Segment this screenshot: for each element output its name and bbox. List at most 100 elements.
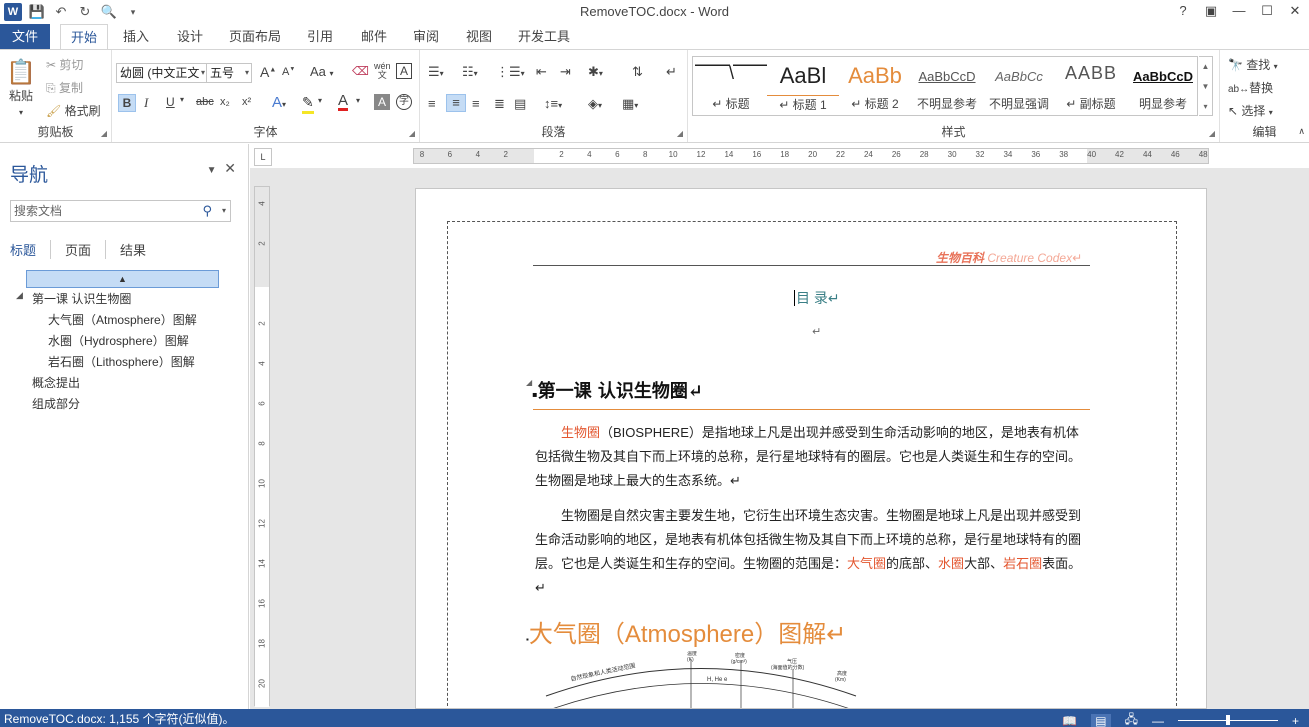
print-layout-icon[interactable]: ▤ (1091, 713, 1111, 727)
nav-item[interactable]: 大气圈（Atmosphere）图解 (48, 311, 197, 328)
text-effects-icon[interactable]: A▾ (272, 94, 286, 111)
tab-home[interactable]: 开始 (60, 24, 108, 49)
dialog-launcher-icon[interactable]: ◢ (101, 129, 107, 138)
search-input[interactable]: 搜索文档 ⚲ ▾ (10, 200, 231, 222)
show-marks-icon[interactable]: ↵ (666, 64, 677, 80)
align-center-icon[interactable]: ≡ (446, 94, 466, 112)
maximize-button[interactable]: ☐ (1253, 0, 1281, 24)
tab-design[interactable]: 设计 (168, 24, 212, 49)
highlight-icon[interactable]: ✎ (302, 94, 314, 114)
subscript-button[interactable]: x₂ (220, 96, 230, 108)
borders-icon[interactable]: ▦▾ (622, 96, 638, 112)
chinese-layout-icon[interactable]: ✱▾ (588, 64, 603, 80)
line-spacing-icon[interactable]: ↕≡▾ (544, 96, 562, 111)
font-color-icon[interactable]: A (338, 93, 349, 111)
gallery-down-icon[interactable]: ▼ (1199, 77, 1212, 97)
style-subtle-reference[interactable]: AaBbCcD 不明显参考 (911, 57, 983, 115)
clear-formatting-icon[interactable]: ⌫ (352, 64, 369, 78)
close-button[interactable]: ✕ (1281, 0, 1309, 24)
italic-button[interactable]: I (144, 95, 148, 111)
style-subtitle[interactable]: AABB ↵ 副标题 (1055, 57, 1127, 115)
sort-icon[interactable]: ⇅ (632, 64, 643, 80)
nav-item[interactable]: 概念提出 (32, 374, 80, 391)
strikethrough-button[interactable]: abc (196, 96, 214, 108)
zoom-slider-thumb[interactable] (1225, 715, 1230, 725)
collapse-ribbon-icon[interactable]: ∧ (1298, 126, 1305, 137)
read-mode-icon[interactable]: 📖 (1062, 714, 1077, 727)
paste-button[interactable]: 📋 粘贴 ▾ (6, 58, 36, 118)
font-size-combo[interactable]: 五号 ▾ (206, 63, 252, 83)
change-case-button[interactable]: Aa ▾ (310, 64, 334, 79)
horizontal-ruler[interactable]: 8 6 4 2 2 4 6 8 10 12 14 16 18 20 22 24 26 28 30 32 34 36 38 40… (413, 148, 1209, 164)
superscript-button[interactable]: x² (242, 96, 251, 108)
replace-button[interactable]: ab↔替换 (1228, 79, 1273, 96)
bullets-icon[interactable]: ☰▾ (428, 64, 444, 80)
nav-item[interactable]: 组成部分 (32, 395, 80, 412)
select-button[interactable]: ↖ 选择 ▾ (1228, 102, 1273, 119)
zoom-slider[interactable] (1177, 715, 1278, 725)
nav-item[interactable]: 岩石圈（Lithosphere）图解 (48, 353, 195, 370)
ribbon-display-button[interactable]: ▣ (1197, 0, 1225, 24)
find-button[interactable]: 🔭 查找 ▾ (1228, 56, 1278, 73)
style-subtle-emphasis[interactable]: AaBbCc 不明显强调 (983, 57, 1055, 115)
nav-tab-results[interactable]: 结果 (120, 240, 160, 259)
justify-icon[interactable]: ≣ (494, 96, 505, 112)
tab-references[interactable]: 引用 (298, 24, 342, 49)
character-shading-icon[interactable]: A (374, 94, 390, 110)
character-border-icon[interactable]: A (396, 63, 412, 79)
chevron-down-icon[interactable]: ▾ (356, 96, 360, 105)
tab-insert[interactable]: 插入 (114, 24, 158, 49)
dialog-launcher-icon[interactable]: ◢ (677, 129, 683, 138)
enclose-characters-icon[interactable]: 字 (396, 94, 412, 110)
zoom-out-icon[interactable]: — (1152, 714, 1164, 727)
document-page[interactable]: 生物百科 Creature Codex↵ 目 录↵ ↵ ◢▪第一课 认识生物圈↵… (415, 188, 1207, 709)
tab-selector[interactable]: L (254, 148, 272, 166)
nav-scroll-up-icon[interactable]: ▲ (26, 270, 219, 288)
minimize-button[interactable]: — (1225, 0, 1253, 24)
search-icon[interactable]: ⚲ (202, 201, 212, 221)
tab-mailings[interactable]: 邮件 (352, 24, 396, 49)
chevron-down-icon[interactable]: ▾ (318, 96, 322, 105)
gallery-more-icon[interactable]: ▾ (1199, 97, 1212, 117)
underline-button[interactable]: U (166, 95, 175, 109)
chevron-down-icon[interactable]: ▾ (180, 95, 184, 104)
tab-developer[interactable]: 开发工具 (511, 24, 577, 49)
dialog-launcher-icon[interactable]: ◢ (1209, 129, 1215, 138)
nav-item[interactable]: ◢ 第一课 认识生物圈 (16, 290, 131, 307)
tab-review[interactable]: 审阅 (404, 24, 448, 49)
distributed-icon[interactable]: ▤ (514, 96, 526, 112)
multilevel-list-icon[interactable]: ⋮☰▾ (496, 64, 525, 80)
align-right-icon[interactable]: ≡ (472, 96, 480, 111)
format-painter-button[interactable]: 🖌 格式刷 (46, 102, 101, 119)
cut-button[interactable]: ✂ 剪切 (46, 56, 83, 73)
align-left-icon[interactable]: ≡ (428, 96, 436, 111)
close-icon[interactable]: ✕ (224, 160, 236, 176)
vertical-ruler[interactable]: 4 2 2 4 6 8 10 12 14 16 18 20 (254, 186, 270, 707)
status-text[interactable]: RemoveTOC.docx: 1,155 个字符(近似值)。 (4, 710, 235, 727)
gallery-up-icon[interactable]: ▲ (1199, 57, 1212, 77)
decrease-indent-icon[interactable]: ⇤ (536, 64, 547, 80)
style-title[interactable]: ⎺⎺\⎺⎺ ↵ 标题 (695, 57, 767, 115)
increase-indent-icon[interactable]: ⇥ (560, 64, 571, 80)
zoom-in-icon[interactable]: + (1292, 714, 1299, 727)
style-heading-2[interactable]: AaBb ↵ 标题 2 (839, 57, 911, 115)
phonetic-guide-button[interactable]: wén 文 (374, 62, 391, 80)
numbering-icon[interactable]: ☷▾ (462, 64, 478, 80)
nav-tab-pages[interactable]: 页面 (65, 240, 107, 259)
font-name-combo[interactable]: 幼圆 (中文正文 ▾ (116, 63, 208, 83)
nav-options-icon[interactable]: ▼ (207, 165, 217, 176)
dialog-launcher-icon[interactable]: ◢ (409, 129, 415, 138)
bold-button[interactable]: B (118, 94, 136, 112)
style-intense-reference[interactable]: AaBbCcD 明显参考 (1127, 57, 1199, 115)
nav-tab-headings[interactable]: 标题 (10, 240, 52, 259)
shading-icon[interactable]: ◈▾ (588, 96, 602, 112)
tab-layout[interactable]: 页面布局 (222, 24, 288, 49)
copy-button[interactable]: ⎘ 复制 (46, 79, 83, 96)
help-button[interactable]: ? (1169, 0, 1197, 24)
shrink-font-button[interactable]: A▼ (282, 66, 295, 78)
nav-item[interactable]: 水圈（Hydrosphere）图解 (48, 332, 189, 349)
collapse-triangle-icon[interactable]: ◢ (16, 290, 23, 301)
chevron-down-icon[interactable]: ▾ (222, 201, 226, 221)
web-layout-icon[interactable]: 🖧 (1125, 710, 1138, 727)
grow-font-button[interactable]: A▲ (260, 64, 276, 80)
